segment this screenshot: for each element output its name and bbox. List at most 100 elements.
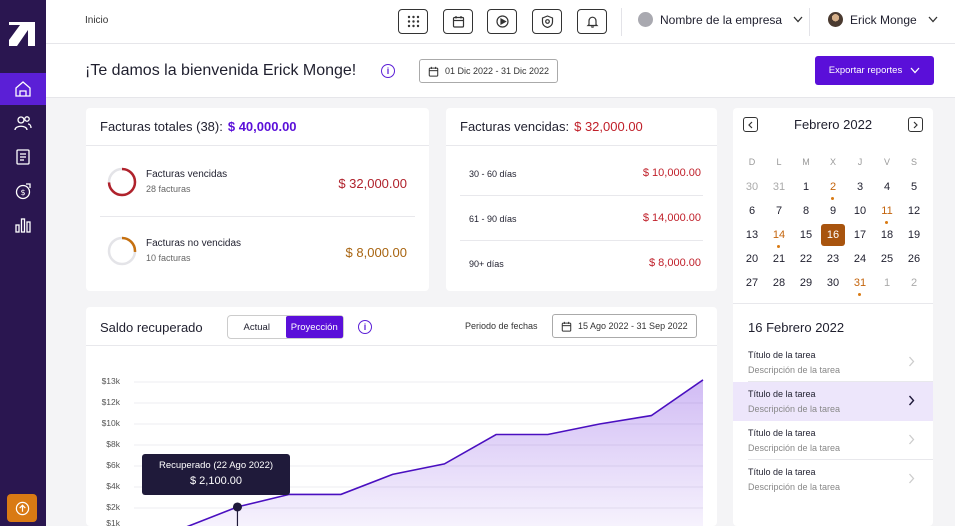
- money-icon: $: [15, 183, 31, 200]
- task-title: Título de la tarea: [748, 350, 816, 360]
- calendar-day[interactable]: 27: [740, 272, 764, 294]
- task-item[interactable]: Título de la tarea Descripción de la tar…: [733, 460, 933, 499]
- task-item[interactable]: Título de la tarea Descripción de la tar…: [733, 382, 933, 421]
- aging-bucket-amount: $ 8,000.00: [649, 257, 701, 269]
- not-overdue-amount: $ 8,000.00: [345, 245, 407, 260]
- task-item[interactable]: Título de la tarea Descripción de la tar…: [733, 421, 933, 460]
- calendar-day[interactable]: 30: [740, 176, 764, 198]
- task-description: Descripción de la tarea: [748, 404, 841, 414]
- calendar-day[interactable]: 7: [767, 200, 791, 222]
- calendar-day[interactable]: 14: [767, 224, 791, 248]
- calendar-day[interactable]: 5: [902, 176, 926, 198]
- period-picker[interactable]: 15 Ago 2022 - 31 Sep 2022: [552, 314, 697, 338]
- chevron-right-icon: [913, 121, 918, 128]
- calendar-day[interactable]: 28: [767, 272, 791, 294]
- upload-icon: [15, 501, 29, 515]
- calendar-icon: [452, 16, 464, 28]
- weekday-label: X: [829, 157, 836, 167]
- calendar-day[interactable]: 24: [848, 248, 872, 270]
- next-month-button[interactable]: [908, 117, 923, 132]
- aging-bucket-label: 61 - 90 días: [469, 214, 517, 224]
- info-icon[interactable]: i: [381, 64, 395, 78]
- company-selector[interactable]: Nombre de la empresa: [638, 12, 803, 27]
- divider: [86, 145, 429, 146]
- view-toggle: Actual Proyección: [227, 315, 344, 339]
- sidebar-item-home[interactable]: [0, 73, 46, 105]
- task-title: Título de la tarea: [748, 428, 816, 438]
- chevron-left-icon: [748, 121, 753, 128]
- task-title: Título de la tarea: [748, 389, 816, 399]
- calendar-day[interactable]: 12: [902, 200, 926, 222]
- chevron-down-icon: [928, 16, 938, 23]
- sidebar-item-users[interactable]: [0, 107, 46, 139]
- toggle-actual[interactable]: Actual: [228, 316, 286, 338]
- calendar-day[interactable]: 19: [902, 224, 926, 246]
- settings-button[interactable]: [532, 9, 562, 34]
- y-tick-label: $1k: [106, 518, 120, 526]
- calendar-icon: [561, 321, 572, 332]
- y-tick-label: $8k: [106, 439, 120, 449]
- apps-button[interactable]: [398, 9, 428, 34]
- calendar-day[interactable]: 25: [875, 248, 899, 270]
- company-name: Nombre de la empresa: [660, 12, 783, 27]
- calendar-day[interactable]: 31: [848, 272, 872, 296]
- event-marker: [858, 293, 861, 296]
- calendar-day[interactable]: 31: [767, 176, 791, 198]
- prev-month-button[interactable]: [743, 117, 758, 132]
- page-header: ¡Te damos la bienvenida Erick Monge! i 0…: [46, 44, 955, 98]
- calendar-day[interactable]: 10: [848, 200, 872, 222]
- task-description: Descripción de la tarea: [748, 365, 841, 375]
- calendar-day[interactable]: 2: [902, 272, 926, 294]
- notifications-button[interactable]: [577, 9, 607, 34]
- total-invoices-title: Facturas totales (38): $ 40,000.00: [100, 119, 297, 134]
- task-item[interactable]: Título de la tarea Descripción de la tar…: [733, 343, 933, 382]
- card-title-label: Facturas totales: [100, 119, 193, 134]
- sidebar-item-invoices[interactable]: [0, 141, 46, 173]
- calendar-day[interactable]: 18: [875, 224, 899, 246]
- divider: [446, 145, 717, 146]
- y-tick-label: $6k: [106, 460, 120, 470]
- export-reports-button[interactable]: Exportar reportes: [815, 56, 934, 85]
- calendar-day[interactable]: 8: [794, 200, 818, 222]
- sidebar-item-reports[interactable]: [0, 209, 46, 241]
- calendar-day[interactable]: 1: [794, 176, 818, 198]
- calendar-day[interactable]: 15: [794, 224, 818, 246]
- calendar-day[interactable]: 22: [794, 248, 818, 270]
- breadcrumb[interactable]: Inicio: [85, 15, 108, 26]
- not-overdue-progress-ring: [107, 236, 137, 266]
- row-subtitle: 28 facturas: [146, 184, 191, 194]
- info-icon[interactable]: i: [358, 320, 372, 334]
- calendar-day[interactable]: 23: [821, 248, 845, 270]
- chevron-down-icon: [793, 16, 803, 23]
- period-range-text: 15 Ago 2022 - 31 Sep 2022: [578, 321, 688, 331]
- calendar-day[interactable]: 2: [821, 176, 845, 200]
- date-range-picker[interactable]: 01 Dic 2022 - 31 Dic 2022: [419, 59, 559, 83]
- upload-button[interactable]: [7, 494, 37, 522]
- toggle-projection[interactable]: Proyección: [285, 316, 343, 338]
- calendar-day[interactable]: 29: [794, 272, 818, 294]
- sidebar-item-payments[interactable]: $: [0, 175, 46, 207]
- calendar-button[interactable]: [443, 9, 473, 34]
- calendar-day[interactable]: 13: [740, 224, 764, 246]
- calendar-day[interactable]: 3: [848, 176, 872, 198]
- calendar-day[interactable]: 26: [902, 248, 926, 270]
- calendar-day[interactable]: 11: [875, 200, 899, 224]
- y-tick-label: $4k: [106, 481, 120, 491]
- calendar-day[interactable]: 6: [740, 200, 764, 222]
- calendar-day[interactable]: 4: [875, 176, 899, 198]
- chevron-right-icon: [908, 395, 915, 406]
- calendar-day[interactable]: 20: [740, 248, 764, 270]
- calendar-day[interactable]: 30: [821, 272, 845, 294]
- user-menu[interactable]: Erick Monge: [828, 12, 938, 27]
- calendar-day[interactable]: 16: [821, 224, 845, 246]
- calendar-day[interactable]: 1: [875, 272, 899, 294]
- calendar-day[interactable]: 17: [848, 224, 872, 246]
- selected-date: 16 Febrero 2022: [748, 320, 845, 335]
- svg-text:$: $: [20, 188, 25, 197]
- weekday-label: M: [802, 157, 810, 167]
- weekday-label: J: [857, 157, 863, 167]
- calendar-day[interactable]: 21: [767, 248, 791, 270]
- overdue-progress-ring: [107, 167, 137, 197]
- calendar-day[interactable]: 9: [821, 200, 845, 222]
- play-button[interactable]: [487, 9, 517, 34]
